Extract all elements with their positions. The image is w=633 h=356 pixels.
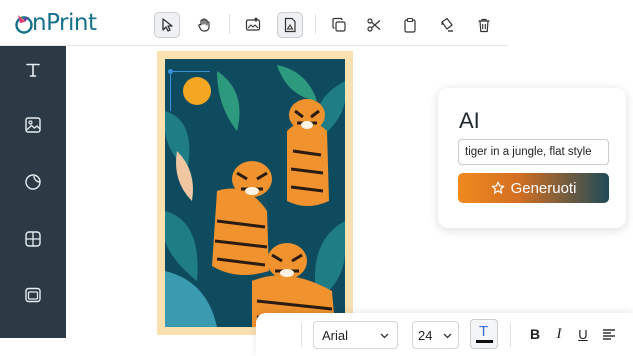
cursor-arrow-icon bbox=[162, 18, 173, 32]
font-size-value: 24 bbox=[418, 327, 433, 343]
selection-outline-top bbox=[170, 71, 210, 72]
file-image-icon bbox=[284, 17, 296, 33]
copy-icon bbox=[332, 17, 346, 32]
text-format-bar: Arial 24 T B I U bbox=[256, 313, 633, 356]
text-icon bbox=[26, 63, 40, 77]
duplicate-button[interactable] bbox=[326, 12, 352, 38]
ai-prompt-input[interactable]: tiger in a jungle, flat style bbox=[458, 139, 609, 165]
sticker-icon bbox=[25, 174, 41, 190]
pan-tool-button[interactable] bbox=[191, 12, 217, 38]
select-tool-button[interactable] bbox=[154, 12, 180, 38]
trash-icon bbox=[478, 18, 490, 33]
clipboard-button[interactable] bbox=[397, 12, 423, 38]
format-divider bbox=[301, 323, 302, 347]
toolbar-divider bbox=[229, 14, 230, 34]
toolbar-divider bbox=[315, 14, 316, 34]
image-upload-button[interactable] bbox=[240, 12, 266, 38]
italic-label: I bbox=[556, 325, 562, 342]
bold-label: B bbox=[529, 326, 541, 342]
underline-button[interactable]: U bbox=[574, 325, 592, 343]
fill-button[interactable] bbox=[434, 12, 460, 38]
underline-label: U bbox=[578, 326, 588, 342]
app-logo: nPrint bbox=[14, 10, 97, 36]
bold-button[interactable]: B bbox=[526, 325, 544, 343]
hand-icon bbox=[198, 18, 210, 32]
align-left-icon bbox=[603, 329, 615, 340]
logo-text: nPrint bbox=[32, 10, 97, 36]
text-color-swatch bbox=[476, 340, 493, 343]
selection-outline-left bbox=[170, 71, 171, 111]
sidebar-item-image[interactable] bbox=[21, 113, 45, 137]
align-button[interactable] bbox=[600, 325, 618, 343]
italic-button[interactable]: I bbox=[550, 325, 568, 343]
file-image-button[interactable] bbox=[277, 12, 303, 38]
scissors-icon bbox=[367, 18, 381, 32]
selection-handle[interactable] bbox=[168, 69, 173, 74]
font-family-select[interactable]: Arial bbox=[313, 321, 398, 349]
paint-bucket-icon bbox=[441, 17, 453, 32]
star-icon bbox=[491, 181, 504, 194]
clipboard-icon bbox=[404, 17, 416, 33]
chevron-down-icon bbox=[380, 333, 389, 339]
tiger-jungle-illustration bbox=[157, 51, 353, 335]
ai-panel-title: AI bbox=[459, 108, 480, 133]
text-color-button[interactable]: T bbox=[470, 319, 498, 349]
text-color-glyph: T bbox=[479, 323, 489, 340]
editor-screen: nPrint AI tiger in a jungle, flat style … bbox=[0, 0, 633, 356]
font-size-select[interactable]: 24 bbox=[412, 321, 459, 349]
delete-button[interactable] bbox=[471, 12, 497, 38]
cut-button[interactable] bbox=[361, 12, 387, 38]
layout-grid-icon bbox=[25, 231, 41, 247]
sidebar-item-shapes[interactable] bbox=[21, 170, 45, 194]
ai-panel: AI tiger in a jungle, flat style Generuo… bbox=[438, 88, 626, 228]
generate-button-label: Generuoti bbox=[510, 179, 577, 197]
image-upload-icon bbox=[245, 17, 261, 31]
left-sidebar bbox=[0, 46, 66, 338]
frame-icon bbox=[25, 287, 41, 303]
generate-button[interactable]: Generuoti bbox=[458, 173, 609, 203]
sidebar-item-text[interactable] bbox=[21, 58, 45, 82]
image-icon bbox=[25, 117, 41, 133]
canvas-artwork[interactable] bbox=[157, 51, 353, 335]
top-toolbar: nPrint bbox=[0, 0, 508, 46]
font-family-value: Arial bbox=[322, 327, 349, 343]
format-divider bbox=[510, 323, 511, 347]
sidebar-item-background[interactable] bbox=[21, 283, 45, 307]
sidebar-item-layout[interactable] bbox=[21, 227, 45, 251]
logo-mark bbox=[14, 12, 33, 34]
chevron-down-icon bbox=[443, 333, 452, 339]
